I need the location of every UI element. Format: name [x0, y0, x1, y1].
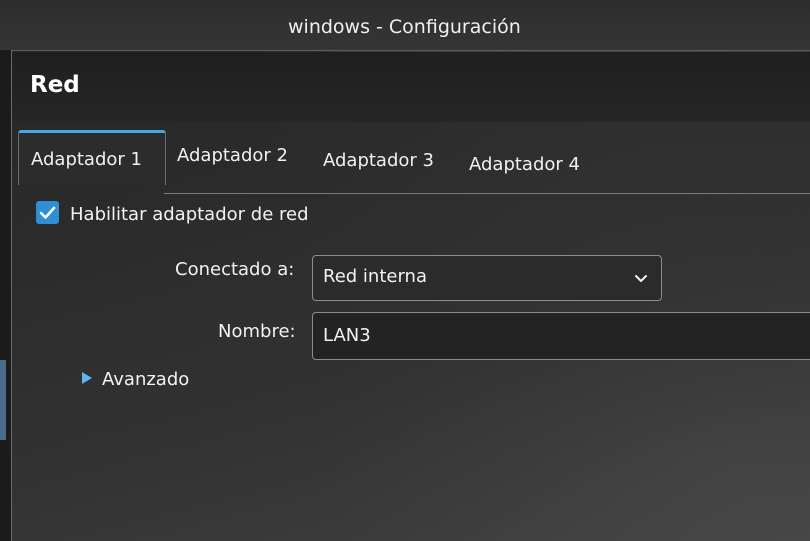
- tab-adaptador-1[interactable]: Adaptador 1: [18, 130, 166, 185]
- left-frame-accent: [0, 360, 6, 440]
- tab-bar-divider: [164, 193, 810, 194]
- enable-adapter-label: Habilitar adaptador de red: [70, 204, 309, 225]
- checkmark-icon: [39, 206, 56, 219]
- attached-to-value: Red interna: [323, 266, 427, 287]
- triangle-right-icon: [82, 372, 92, 384]
- name-value: LAN3: [323, 325, 371, 346]
- section-header: [12, 52, 810, 122]
- attached-to-label: Conectado a:: [175, 259, 295, 280]
- tab-label: Adaptador 1: [31, 149, 142, 170]
- attached-to-select[interactable]: Red interna: [312, 255, 662, 301]
- left-frame: [0, 50, 12, 541]
- section-title: Red: [30, 72, 80, 98]
- tab-adaptador-2[interactable]: Adaptador 2: [177, 145, 288, 166]
- tab-adaptador-4[interactable]: Adaptador 4: [469, 154, 580, 175]
- tab-adaptador-3[interactable]: Adaptador 3: [323, 150, 434, 171]
- enable-adapter-checkbox[interactable]: [36, 201, 59, 224]
- window-title: windows - Configuración: [288, 16, 521, 38]
- advanced-expander[interactable]: Avanzado: [80, 366, 220, 392]
- advanced-label: Avanzado: [102, 369, 190, 390]
- chevron-down-icon: [635, 275, 647, 282]
- name-label: Nombre:: [218, 321, 296, 342]
- name-field[interactable]: LAN3: [312, 312, 810, 360]
- window-titlebar: windows - Configuración: [0, 0, 810, 51]
